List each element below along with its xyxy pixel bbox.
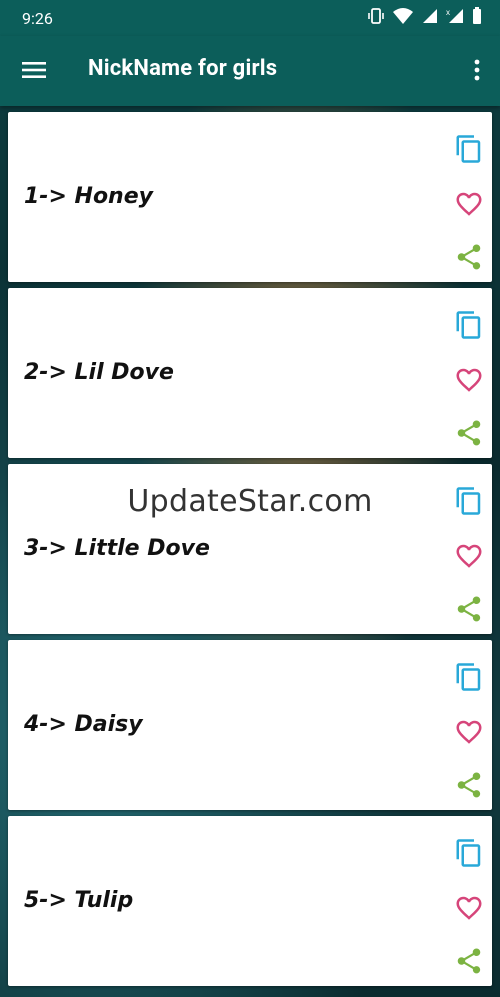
- share-icon[interactable]: [454, 770, 484, 800]
- nickname-label: 5-> Tulip: [24, 888, 134, 913]
- svg-text:x: x: [446, 8, 450, 17]
- share-icon[interactable]: [454, 418, 484, 448]
- share-icon[interactable]: [454, 946, 484, 976]
- heart-icon[interactable]: [454, 541, 484, 571]
- copy-icon[interactable]: [454, 134, 484, 164]
- more-options-icon[interactable]: [474, 59, 480, 81]
- share-icon[interactable]: [454, 242, 484, 272]
- hamburger-menu-icon[interactable]: [22, 60, 46, 80]
- heart-icon[interactable]: [454, 717, 484, 747]
- status-bar: 9:26 x: [0, 0, 500, 36]
- list-item[interactable]: 1-> Honey: [8, 112, 492, 282]
- copy-icon[interactable]: [454, 486, 484, 516]
- copy-icon[interactable]: [454, 662, 484, 692]
- wifi-icon: [393, 8, 413, 24]
- signal-icon-2: x: [446, 8, 463, 23]
- list-item[interactable]: 5-> Tulip: [8, 816, 492, 986]
- heart-icon[interactable]: [454, 189, 484, 219]
- nickname-label: 4-> Daisy: [24, 712, 143, 737]
- status-icons: x: [368, 7, 482, 25]
- status-time: 9:26: [22, 9, 53, 28]
- nickname-label: 1-> Honey: [24, 184, 153, 209]
- nickname-label: 3-> Little Dove: [24, 536, 210, 561]
- heart-icon[interactable]: [454, 365, 484, 395]
- heart-icon[interactable]: [454, 893, 484, 923]
- copy-icon[interactable]: [454, 310, 484, 340]
- list-item[interactable]: 3-> Little Dove: [8, 464, 492, 634]
- share-icon[interactable]: [454, 594, 484, 624]
- app-bar: NickName for girls: [0, 36, 500, 106]
- copy-icon[interactable]: [454, 838, 484, 868]
- list-item[interactable]: 2-> Lil Dove: [8, 288, 492, 458]
- nickname-label: 2-> Lil Dove: [24, 360, 174, 385]
- page-title: NickName for girls: [88, 56, 278, 81]
- signal-icon: [423, 9, 437, 23]
- vibrate-icon: [368, 8, 384, 24]
- list-item[interactable]: 4-> Daisy: [8, 640, 492, 810]
- battery-icon: [473, 7, 481, 24]
